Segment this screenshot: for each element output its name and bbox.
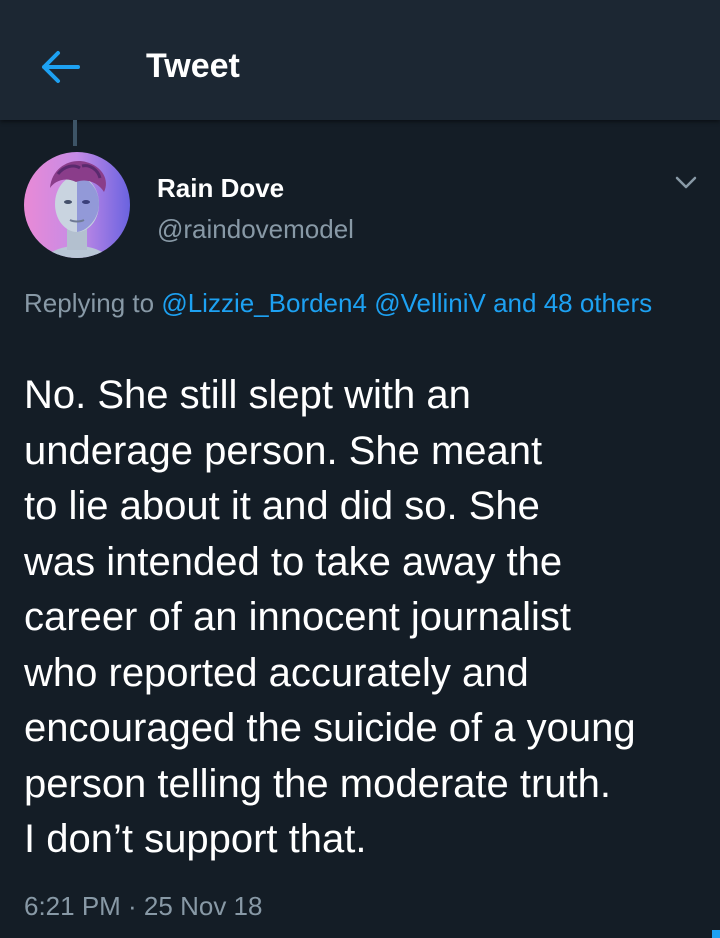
author-handle[interactable]: @raindovemodel <box>157 213 354 245</box>
avatar[interactable] <box>24 152 130 258</box>
top-app-bar: Tweet <box>0 0 720 120</box>
author-display-name[interactable]: Rain Dove <box>157 172 284 204</box>
tweet-menu-button[interactable] <box>668 168 704 198</box>
corner-indicator <box>712 930 720 938</box>
mention-link[interactable]: @VelliniV <box>374 288 486 318</box>
replying-to-line: Replying to @Lizzie_Borden4 @VelliniV an… <box>24 284 684 322</box>
replying-to-label: Replying to <box>24 288 155 318</box>
page-title: Tweet <box>146 47 240 85</box>
back-arrow-icon <box>42 51 80 83</box>
tweet-text: No. She still slept with an underage per… <box>24 373 636 861</box>
profile-photo-icon <box>24 152 130 258</box>
others-link[interactable]: and 48 others <box>493 288 652 318</box>
tweet-timestamp[interactable]: 6:21 PM · 25 Nov 18 <box>24 886 262 926</box>
thread-connector-line <box>73 120 77 146</box>
chevron-down-icon <box>675 176 697 189</box>
mention-link[interactable]: @Lizzie_Borden4 <box>161 288 367 318</box>
back-button[interactable] <box>34 44 86 90</box>
